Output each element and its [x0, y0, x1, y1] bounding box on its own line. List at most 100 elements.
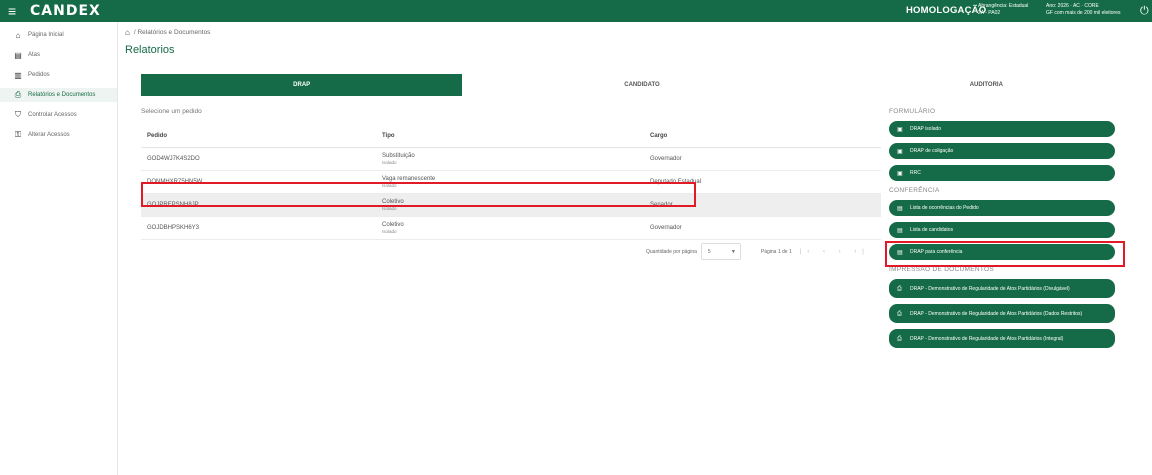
cell-tipo: Coletivo Isolado: [376, 193, 644, 217]
home-icon: ⌂: [15, 30, 21, 40]
document-icon: ▣: [897, 170, 903, 177]
sidebar-item-label: Relatórios e Documentos: [28, 92, 96, 98]
page-title: Relatorios: [125, 44, 175, 56]
pagination-nav-icons[interactable]: |‹ ‹ › ›|: [800, 249, 870, 255]
table-caption: Selecione um pedido: [141, 108, 202, 115]
pedidos-panel: Selecione um pedido Pedido Tipo Cargo GO…: [141, 108, 881, 240]
sidebar-item-label: Página Inicial: [28, 32, 64, 38]
cell-pedido: GOJDBHPSKH6Y3: [141, 216, 376, 240]
cell-cargo: Governador: [644, 216, 881, 240]
election-line-3: Ano: 2026 · AC · CORE: [1046, 3, 1099, 9]
tab-drap[interactable]: DRAP: [141, 74, 463, 96]
conferencia-title: CONFERÊNCIA: [889, 187, 940, 194]
cell-tipo: Vaga remanescente Isolado: [376, 170, 644, 194]
button-label: DRAP - Demonstrativo de Regularidade de …: [910, 310, 1083, 317]
cell-pedido: GOJPREPSNH8JP: [141, 193, 376, 217]
cell-pedido: DONMHXR75HN5W: [141, 170, 376, 194]
table-row[interactable]: DONMHXR75HN5W Vaga remanescente Isolado D…: [141, 170, 881, 194]
button-label: DRAP para conferência: [910, 249, 963, 255]
sidebar-item-relatorios[interactable]: ⎙ Relatórios e Documentos: [0, 88, 117, 102]
breadcrumb: ⌂ / Relatórios e Documentos: [125, 28, 210, 37]
environment-label: HOMOLOGAÇÃO: [906, 5, 987, 16]
page-size-label: Quantidade por página: [646, 248, 697, 255]
impressao-title: IMPRESSÃO DE DOCUMENTOS: [889, 266, 995, 273]
page-range: Página 1 de 1: [760, 248, 792, 255]
cell-tipo-sub: Isolado: [382, 182, 397, 188]
cell-tipo: Substituição Isolado: [376, 147, 644, 171]
cell-tipo-text: Vaga remanescente: [382, 175, 436, 182]
election-line-4: GF com mais de 200 mil eleitores: [1046, 10, 1121, 16]
sidebar-item-pedidos[interactable]: ▥ Pedidos: [0, 68, 117, 82]
tab-auditoria[interactable]: AUDITORIA: [822, 74, 1151, 96]
atas-icon: ▤: [14, 50, 22, 60]
sidebar-item-pagina-inicial[interactable]: ⌂ Página Inicial: [0, 28, 117, 42]
button-label: DRAP - Demonstrativo de Regularidade de …: [910, 335, 1064, 342]
cell-tipo-text: Coletivo: [382, 198, 404, 205]
table-row[interactable]: GOD4WJ7K4S2DO Substituição Isolado Govern…: [141, 147, 881, 171]
drap-conferencia-button[interactable]: ▤ DRAP para conferência: [885, 241, 1125, 267]
pedidos-table: Pedido Tipo Cargo GOD4WJ7K4S2DO Substitu…: [141, 125, 881, 240]
document-icon: ▣: [897, 126, 903, 133]
sidebar-item-atas[interactable]: ▤ Atas: [0, 48, 117, 62]
election-info: Abrangência: Estadual 2A - PA02: [978, 3, 1044, 17]
table-header-row: Pedido Tipo Cargo: [141, 125, 881, 148]
tab-bar: DRAP CANDIDATO AUDITORIA: [141, 74, 1151, 96]
cell-cargo: Deputado Estadual: [644, 170, 881, 194]
print-icon: ⎙: [897, 310, 902, 317]
cell-tipo-sub: Isolado: [382, 159, 397, 165]
column-header-cargo[interactable]: Cargo: [644, 125, 881, 148]
rrc-button[interactable]: ▣ RRC: [889, 165, 1115, 181]
print-icon: ⎙: [14, 90, 22, 99]
drap-integral-button[interactable]: ⎙ DRAP - Demonstrativo de Regularidade d…: [889, 329, 1115, 348]
election-info-2: Ano: 2026 · AC · CORE GF com mais de 200…: [1046, 3, 1138, 17]
table-row-selected[interactable]: GOJPREPSNH8JP Coletivo Isolado Senador: [141, 193, 881, 217]
report-actions-panel: FORMULÁRIO ▣ DRAP isolado ▣ DRAP de coli…: [885, 108, 1151, 354]
tab-candidato[interactable]: CANDIDATO: [462, 74, 821, 96]
home-icon[interactable]: ⌂: [125, 28, 130, 37]
main-content: ⌂ / Relatórios e Documentos Relatorios D…: [119, 22, 1152, 475]
sidebar-item-controlar-acessos[interactable]: ⛉ Controlar Acessos: [0, 108, 117, 122]
sidebar-item-alterar-acessos[interactable]: ⚿ Alterar Acessos: [0, 128, 117, 142]
lista-ocorrencias-button[interactable]: ▤ Lista de ocorrências do Pedido: [889, 200, 1115, 216]
table-row[interactable]: GOJDBHPSKH6Y3 Coletivo Isolado Governador: [141, 216, 881, 240]
drap-dados-restritos-button[interactable]: ⎙ DRAP - Demonstrativo de Regularidade d…: [889, 304, 1115, 323]
button-label: Lista de ocorrências do Pedido: [910, 205, 979, 211]
page-size-select[interactable]: 5 ▼: [700, 243, 741, 260]
cell-cargo: Senador: [644, 193, 881, 217]
lista-candidatos-button[interactable]: ▤ Lista de candidatos: [889, 222, 1115, 238]
print-icon: ⎙: [897, 335, 902, 342]
sidebar-item-label: Controlar Acessos: [28, 112, 77, 118]
key-icon: ⚿: [14, 130, 22, 139]
power-icon[interactable]: ⏻: [1140, 0, 1149, 22]
breadcrumb-text[interactable]: / Relatórios e Documentos: [134, 29, 211, 36]
button-label: DRAP - Demonstrativo de Regularidade de …: [910, 285, 1070, 292]
election-line-2: 2A - PA02: [978, 10, 1001, 16]
sidebar: ⌂ Página Inicial ▤ Atas ▥ Pedidos ⎙ Rela…: [0, 22, 118, 475]
cell-tipo-sub: Isolado: [382, 228, 397, 234]
sidebar-item-label: Alterar Acessos: [28, 132, 70, 138]
list-icon: ▤: [897, 249, 903, 256]
cell-cargo: Governador: [644, 147, 881, 171]
print-icon: ⎙: [897, 285, 902, 292]
app-logo[interactable]: CANDEX: [30, 3, 101, 19]
cell-tipo-sub: Isolado: [382, 205, 397, 211]
drap-isolado-button[interactable]: ▣ DRAP isolado: [889, 121, 1115, 137]
pedidos-icon: ▥: [14, 70, 22, 80]
column-header-tipo[interactable]: Tipo: [376, 125, 644, 148]
drap-coligacao-button[interactable]: ▣ DRAP de coligação: [889, 143, 1115, 159]
button-label: DRAP isolado: [910, 126, 942, 132]
access-icon: ⛉: [15, 110, 21, 119]
chevron-down-icon: ▼: [730, 248, 736, 255]
button-label: Lista de candidatos: [910, 227, 954, 233]
election-line-1: Abrangência: Estadual: [978, 3, 1029, 9]
cell-tipo-text: Coletivo: [382, 221, 404, 228]
button-label: DRAP de coligação: [910, 148, 954, 154]
sidebar-item-label: Pedidos: [28, 72, 50, 78]
button-label: RRC: [910, 170, 921, 176]
list-icon: ▤: [897, 227, 903, 234]
drap-divulgavel-button[interactable]: ⎙ DRAP - Demonstrativo de Regularidade d…: [889, 279, 1115, 298]
cell-tipo: Coletivo Isolado: [376, 216, 644, 240]
column-header-pedido[interactable]: Pedido: [141, 125, 376, 148]
menu-icon[interactable]: ≡: [8, 0, 24, 22]
sidebar-item-label: Atas: [28, 52, 41, 58]
